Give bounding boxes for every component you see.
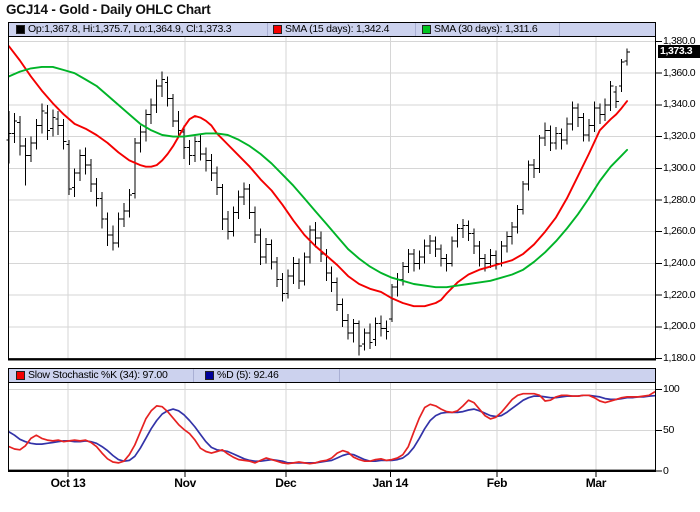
stoch-axis-label: 50 xyxy=(663,423,674,436)
price-axis-label: 1,300.0 xyxy=(663,161,696,174)
price-axis-label: 1,320.0 xyxy=(663,130,696,143)
chart-widget: GCJ14 - Gold - Daily OHLC Chart Op:1,367… xyxy=(0,0,700,512)
legend-divider xyxy=(267,23,268,36)
legend-divider xyxy=(559,23,560,36)
x-axis-label: Feb xyxy=(486,476,508,490)
stoch-axis-label: 100 xyxy=(663,383,680,396)
chart-canvas xyxy=(6,22,662,477)
sma30-legend-swatch xyxy=(422,25,431,34)
ohlc-legend-swatch xyxy=(16,25,25,34)
price-axis-label: 1,180.0 xyxy=(663,352,696,364)
price-axis-label: 1,280.0 xyxy=(663,193,696,206)
sma15-legend-label: SMA (15 days): 1,342.4 xyxy=(285,23,390,35)
last-price-badge: 1,373.3 xyxy=(658,45,700,58)
x-axis-label: Oct 13 xyxy=(50,476,86,490)
x-axis-label: Mar xyxy=(585,476,607,490)
main-chart-legend: Op:1,367.8, Hi:1,375.7, Lo:1,364.9, Cl:1… xyxy=(8,22,656,37)
x-axis-label: Jan 14 xyxy=(372,476,409,490)
price-axis-label: 1,360.0 xyxy=(663,66,696,79)
x-axis-label: Nov xyxy=(174,476,197,490)
price-axis-label: 1,340.0 xyxy=(663,98,696,111)
stoch-axis-label: 0 xyxy=(663,464,669,477)
stoch-k-legend-swatch xyxy=(16,371,25,380)
legend-divider xyxy=(339,369,340,382)
stoch-k-line xyxy=(8,391,656,465)
price-axis-label: 1,220.0 xyxy=(663,288,696,301)
legend-divider xyxy=(193,369,194,382)
x-axis-label: Dec xyxy=(275,476,297,490)
price-axis-label: 1,260.0 xyxy=(663,225,696,238)
sma30-legend-label: SMA (30 days): 1,311.6 xyxy=(434,23,538,35)
ohlc-legend-label: Op:1,367.8, Hi:1,375.7, Lo:1,364.9, Cl:1… xyxy=(28,23,232,35)
stoch-d-legend-label: %D (5): 92.46 xyxy=(217,369,279,381)
stochastic-legend: Slow Stochastic %K (34): 97.00 %D (5): 9… xyxy=(8,368,656,383)
price-axis-label: 1,200.0 xyxy=(663,320,696,333)
stoch-d-line xyxy=(8,394,656,464)
stoch-d-legend-swatch xyxy=(205,371,214,380)
stoch-k-legend-label: Slow Stochastic %K (34): 97.00 xyxy=(28,369,168,381)
legend-divider xyxy=(415,23,416,36)
price-axis-label: 1,240.0 xyxy=(663,256,696,269)
sma15-legend-swatch xyxy=(273,25,282,34)
